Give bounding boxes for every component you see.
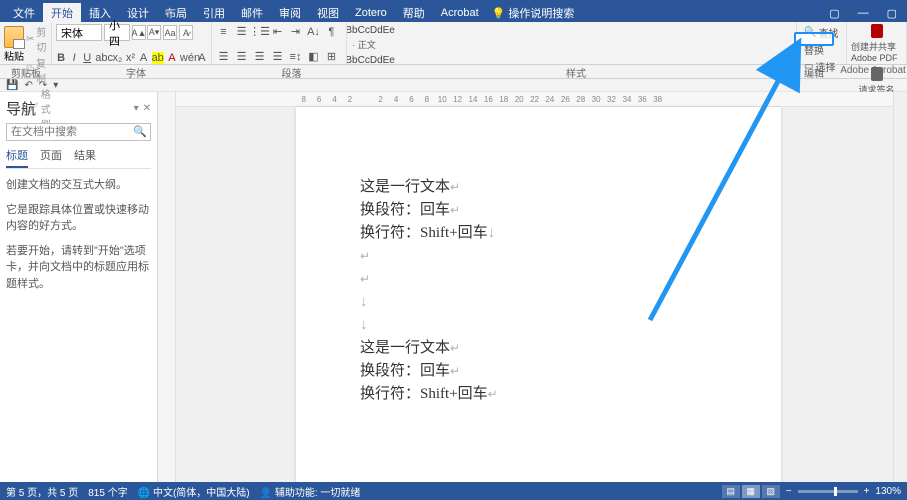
tab-help[interactable]: 帮助 xyxy=(395,3,433,23)
tab-zotero[interactable]: Zotero xyxy=(347,5,395,21)
justify-button[interactable]: ☰ xyxy=(270,49,285,64)
sort-button[interactable]: A↓ xyxy=(306,24,321,39)
tell-me-search[interactable]: 💡 操作说明搜索 xyxy=(492,5,575,21)
chevron-left-icon: ◂ xyxy=(164,6,169,17)
tab-mailings[interactable]: 邮件 xyxy=(233,3,271,23)
vertical-scrollbar[interactable] xyxy=(893,92,907,498)
bold-button[interactable]: B xyxy=(56,52,66,64)
horizontal-ruler[interactable]: 86422468101214161820222426283032343638 xyxy=(176,92,893,107)
group-acrobat: 创建并共享 Adobe PDF 请求签名 xyxy=(847,22,907,64)
ribbon-display-options-icon[interactable]: ▢ xyxy=(829,7,839,20)
quick-access-toolbar: 💾 ↶ ↷ ▾ xyxy=(0,79,907,92)
align-right-button[interactable]: ☰ xyxy=(252,49,267,64)
tab-home[interactable]: 开始 xyxy=(43,3,81,23)
group-paragraph: ≡ ☰ ⋮☰ ⇤ ⇥ A↓ ¶ ☰ ☰ ☰ ☰ ≡↕ ◧ ⊞ xyxy=(212,22,347,64)
tab-acrobat[interactable]: Acrobat xyxy=(433,5,487,21)
nav-search-input[interactable] xyxy=(6,123,151,141)
status-language[interactable]: 🌐 中文(简体，中国大陆) xyxy=(138,484,250,499)
nav-tab-results[interactable]: 结果 xyxy=(74,147,96,168)
borders-button[interactable]: ⊞ xyxy=(324,49,339,64)
nav-tab-pages[interactable]: 页面 xyxy=(40,147,62,168)
group-clipboard: 粘贴 ✂ 剪切 ⎘ 复制 🖌 格式刷 xyxy=(0,22,52,64)
vertical-ruler[interactable] xyxy=(158,92,176,498)
navigation-pane: 导航 ▾ ✕ 🔍 标题 页面 结果 创建文档的交互式大纲。 它是跟踪具体位置或快… xyxy=(0,92,158,498)
underline-button[interactable]: U xyxy=(82,52,92,64)
style-item[interactable]: AaBbCcDdEe· 正文 xyxy=(349,24,379,52)
increase-indent-button[interactable]: ⇥ xyxy=(288,24,303,39)
tab-file[interactable]: 文件 xyxy=(5,3,43,23)
nav-tab-headings[interactable]: 标题 xyxy=(6,147,28,168)
view-web-layout[interactable]: ▧ xyxy=(762,485,780,498)
main-area: 导航 ▾ ✕ 🔍 标题 页面 结果 创建文档的交互式大纲。 它是跟踪具体位置或快… xyxy=(0,92,907,498)
subscript-button[interactable]: x₂ xyxy=(112,52,122,64)
phonetic-guide-button[interactable]: wén xyxy=(180,52,194,64)
cut-button[interactable]: ✂ 剪切 xyxy=(26,24,51,54)
create-pdf-button[interactable]: 创建并共享 Adobe PDF xyxy=(851,24,902,63)
tab-review[interactable]: 审阅 xyxy=(271,3,309,23)
group-font: 宋体 小四 A▲ A▾ Aa A̷ B I U abc x₂ x² A ab A… xyxy=(52,22,212,64)
zoom-out-button[interactable]: − xyxy=(786,486,792,497)
show-marks-button[interactable]: ¶ xyxy=(324,24,339,39)
clear-formatting-button[interactable]: A̷ xyxy=(179,25,193,40)
nav-search: 🔍 xyxy=(6,123,151,141)
shading-button[interactable]: ◧ xyxy=(306,49,321,64)
paste-button[interactable]: 粘贴 xyxy=(4,24,24,131)
zoom-level[interactable]: 130% xyxy=(875,486,901,497)
zoom-slider[interactable] xyxy=(798,490,858,493)
annotation-highlight xyxy=(794,32,834,46)
search-icon[interactable]: 🔍 xyxy=(133,125,147,138)
ribbon: 粘贴 ✂ 剪切 ⎘ 复制 🖌 格式刷 宋体 小四 A▲ A▾ Aa A̷ B I… xyxy=(0,22,907,65)
tell-me-label: 操作说明搜索 xyxy=(508,5,574,21)
line-spacing-button[interactable]: ≡↕ xyxy=(288,49,303,64)
paste-icon xyxy=(4,26,24,48)
document-page[interactable]: 这是一行文本↵ 换段符：回车↵ 换行符：Shift+回车↓ ↵ ↵ ↓ ↓ 这是… xyxy=(296,107,781,498)
document-area: 86422468101214161820222426283032343638 这… xyxy=(158,92,907,498)
minimize-icon[interactable]: — xyxy=(858,7,869,20)
decrease-indent-button[interactable]: ⇤ xyxy=(270,24,285,39)
group-editing: 🔍 查找 替换 ▭ 选择 xyxy=(797,22,847,64)
select-button[interactable]: ▭ 选择 xyxy=(801,58,842,75)
tab-references[interactable]: 引用 xyxy=(195,3,233,23)
maximize-icon[interactable]: ▢ xyxy=(887,7,897,20)
ribbon-tabs: 文件 开始 插入 设计 布局 引用 邮件 审阅 视图 Zotero 帮助 Acr… xyxy=(0,4,907,22)
strikethrough-button[interactable]: abc xyxy=(95,52,109,64)
multilevel-button[interactable]: ⋮☰ xyxy=(252,24,267,39)
status-pages[interactable]: 第 5 页，共 5 页 xyxy=(6,484,78,499)
group-styles: AaBbCcDdEe· 正文AaBbCcDdEe图片标注AaBbCcDdEe标题… xyxy=(347,22,797,64)
signature-icon xyxy=(871,67,883,81)
nav-dropdown-icon[interactable]: ▾ xyxy=(134,103,139,114)
view-print-layout[interactable]: ▦ xyxy=(742,485,760,498)
pdf-icon xyxy=(871,24,883,38)
nav-body: 创建文档的交互式大纲。 它是跟踪具体位置或快速移动内容的好方式。 若要开始，请转… xyxy=(6,177,151,300)
align-left-button[interactable]: ☰ xyxy=(216,49,231,64)
italic-button[interactable]: I xyxy=(69,52,79,64)
char-border-button[interactable]: A xyxy=(197,52,207,64)
qat-customize-button[interactable]: ▾ xyxy=(53,80,58,91)
font-name-combo[interactable]: 宋体 xyxy=(56,24,102,41)
paste-label: 粘贴 xyxy=(4,48,24,63)
font-size-combo[interactable]: 小四 xyxy=(104,24,130,41)
lightbulb-icon: 💡 xyxy=(492,7,506,20)
align-center-button[interactable]: ☰ xyxy=(234,49,249,64)
status-bar: 第 5 页，共 5 页 815 个字 🌐 中文(简体，中国大陆) 👤 辅助功能:… xyxy=(0,482,907,500)
tab-view[interactable]: 视图 xyxy=(309,3,347,23)
view-read-mode[interactable]: ▤ xyxy=(722,485,740,498)
nav-close-icon[interactable]: ✕ xyxy=(143,103,151,114)
numbering-button[interactable]: ☰ xyxy=(234,24,249,39)
text-effects-button[interactable]: A xyxy=(138,52,148,64)
increase-font-button[interactable]: A▲ xyxy=(132,25,146,40)
status-accessibility[interactable]: 👤 辅助功能: 一切就绪 xyxy=(260,484,361,499)
superscript-button[interactable]: x² xyxy=(125,52,135,64)
ribbon-group-labels: 剪贴板 字体 段落 样式 编辑 Adobe Acrobat xyxy=(0,65,907,79)
zoom-in-button[interactable]: + xyxy=(864,486,870,497)
style-item[interactable]: AaBbCcDdEe图片标注 xyxy=(349,54,379,64)
copy-button[interactable]: ⎘ 复制 xyxy=(26,55,51,85)
status-words[interactable]: 815 个字 xyxy=(88,484,127,499)
bullets-button[interactable]: ≡ xyxy=(216,24,231,39)
